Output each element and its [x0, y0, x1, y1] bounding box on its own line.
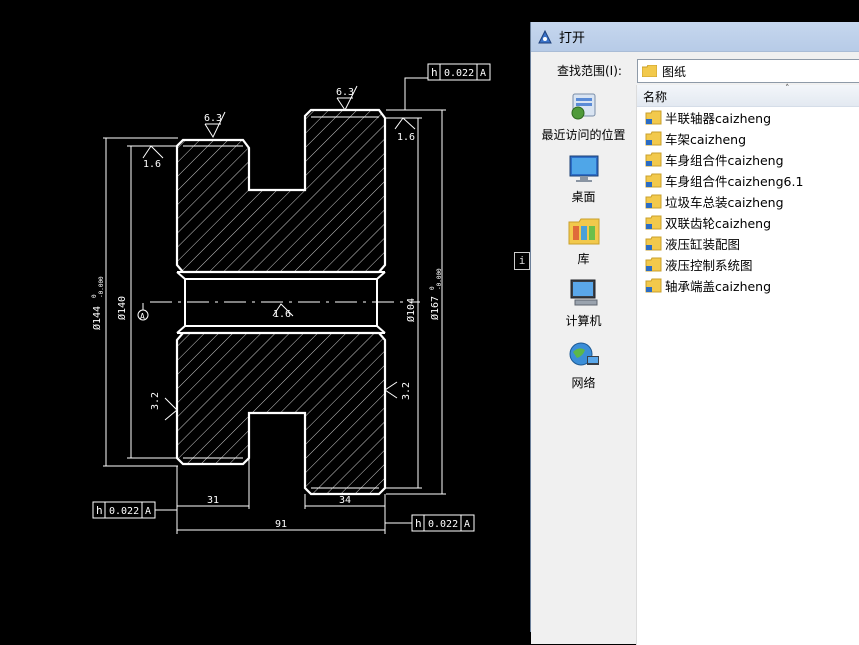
app-icon — [537, 29, 553, 45]
file-name: 车架caizheng — [665, 132, 747, 147]
dim-diameter-167-tol-lower: -0.000 — [436, 268, 443, 290]
dim-diameter-167: Ø167 — [429, 296, 441, 320]
column-header-name-label: 名称 — [643, 90, 668, 104]
file-list-item[interactable]: 车架caizheng — [637, 128, 859, 149]
places-bar: 最近访问的位置 桌面 库 计算机 网络 — [531, 84, 636, 644]
file-list-item[interactable]: 液压缸装配图 — [637, 233, 859, 254]
roughness-3-2-right: 3.2 — [401, 382, 412, 400]
place-computer[interactable]: 计算机 — [531, 278, 636, 329]
roughness-3-2-left: 3.2 — [150, 392, 161, 410]
svg-text:A: A — [145, 506, 151, 517]
svg-text:A: A — [480, 68, 486, 79]
roughness-1-6-left: 1.6 — [143, 159, 161, 170]
folder-lock-icon — [645, 236, 662, 251]
folder-lock-icon — [645, 194, 662, 209]
computer-icon — [570, 279, 597, 306]
file-name: 垃圾车总装caizheng — [665, 195, 784, 210]
file-list-item[interactable]: 半联轴器caizheng — [637, 107, 859, 128]
column-header-name[interactable]: 名称 ˄ — [637, 84, 859, 107]
dialog-titlebar[interactable]: 打开 — [531, 22, 859, 52]
library-icon — [568, 218, 599, 245]
roughness-6-3-top: 6.3 — [336, 87, 354, 98]
svg-text:0.022: 0.022 — [428, 519, 458, 530]
folder-lock-icon — [645, 173, 662, 188]
place-library[interactable]: 库 — [531, 216, 636, 267]
gear-section-lower — [175, 331, 387, 496]
sort-ascending-icon: ˄ — [785, 84, 790, 94]
recent-places-icon — [571, 93, 595, 120]
file-list-item[interactable]: 双联齿轮caizheng — [637, 212, 859, 233]
file-list-item[interactable]: 车身组合件caizheng6.1 — [637, 170, 859, 191]
folder-lock-icon — [645, 131, 662, 146]
roughness-1-6-right: 1.6 — [397, 132, 415, 143]
file-name: 双联齿轮caizheng — [665, 216, 772, 231]
dialog-title: 打开 — [559, 31, 586, 46]
dimension-texts: 6.3 6.3 1.6 1.6 1.6 3.2 3.2 Ø144 0 -0.00… — [91, 87, 443, 530]
file-list-item[interactable]: 车身组合件caizheng — [637, 149, 859, 170]
datum-a-label: A — [140, 312, 145, 321]
place-library-label: 库 — [577, 252, 590, 266]
folder-lock-icon — [645, 152, 662, 167]
file-list-item[interactable]: 液压控制系统图 — [637, 254, 859, 275]
tolerance-frame-top[interactable]: h 0.022 A — [427, 63, 491, 81]
place-desktop[interactable]: 桌面 — [531, 154, 636, 205]
dim-91: 91 — [275, 519, 287, 530]
dim-diameter-104: Ø104 — [405, 298, 417, 322]
file-list-item[interactable]: 垃圾车总装caizheng — [637, 191, 859, 212]
svg-text:h: h — [96, 504, 103, 517]
gear-section-upper — [175, 108, 387, 274]
look-in-row: 查找范围(I): 图纸 — [531, 58, 859, 84]
tolerance-frame-left[interactable]: h 0.022 A — [92, 501, 156, 519]
folder-lock-icon — [645, 110, 662, 125]
svg-text:A: A — [464, 519, 470, 530]
dim-34: 34 — [339, 495, 351, 506]
place-recent[interactable]: 最近访问的位置 — [531, 90, 636, 143]
folder-lock-icon — [645, 257, 662, 272]
place-network-label: 网络 — [571, 376, 596, 390]
file-name: 液压缸装配图 — [665, 237, 741, 252]
dim-diameter-140: Ø140 — [116, 296, 128, 320]
folder-icon — [642, 65, 657, 77]
dimension-lines — [103, 77, 446, 534]
tolerance-frame-bottom[interactable]: h 0.022 A — [411, 514, 475, 532]
dim-diameter-144-tol-lower: -0.000 — [98, 276, 105, 298]
file-list: 名称 ˄ 半联轴器caizheng 车架caizheng 车身组合件caizheng… — [636, 84, 859, 645]
svg-text:0.022: 0.022 — [444, 68, 474, 79]
folder-lock-icon — [645, 215, 662, 230]
dim-diameter-144-tol-upper: 0 — [91, 294, 98, 298]
look-in-value: 图纸 — [662, 64, 687, 79]
svg-text:0.022: 0.022 — [109, 506, 139, 517]
file-name: 液压控制系统图 — [665, 258, 753, 273]
file-name: 半联轴器caizheng — [665, 111, 772, 126]
roughness-1-6-bore: 1.6 — [273, 309, 291, 320]
place-recent-label: 最近访问的位置 — [541, 128, 626, 142]
dim-diameter-144: Ø144 — [91, 306, 103, 330]
file-name: 车身组合件caizheng — [665, 153, 784, 168]
dim-31: 31 — [207, 495, 219, 506]
network-icon — [569, 342, 599, 366]
look-in-label: 查找范围(I): — [557, 64, 622, 78]
cad-edge-glyph[interactable]: i — [514, 252, 530, 270]
roughness-6-3-left: 6.3 — [204, 113, 222, 124]
svg-text:h: h — [431, 66, 438, 79]
dim-diameter-167-tol-upper: 0 — [429, 286, 436, 290]
place-desktop-label: 桌面 — [571, 190, 596, 204]
place-computer-label: 计算机 — [565, 314, 602, 328]
look-in-combo[interactable]: 图纸 — [637, 59, 859, 83]
file-name: 车身组合件caizheng6.1 — [665, 174, 804, 189]
place-network[interactable]: 网络 — [531, 340, 636, 391]
desktop-icon — [569, 155, 598, 182]
svg-text:h: h — [415, 517, 422, 530]
open-file-dialog: 打开 查找范围(I): 图纸 最近访问的位置 桌面 库 计算机 网络 名称 ˄ … — [530, 22, 859, 645]
file-name: 轴承端盖caizheng — [665, 279, 772, 294]
file-list-item[interactable]: 轴承端盖caizheng — [637, 275, 859, 296]
folder-lock-icon — [645, 278, 662, 293]
